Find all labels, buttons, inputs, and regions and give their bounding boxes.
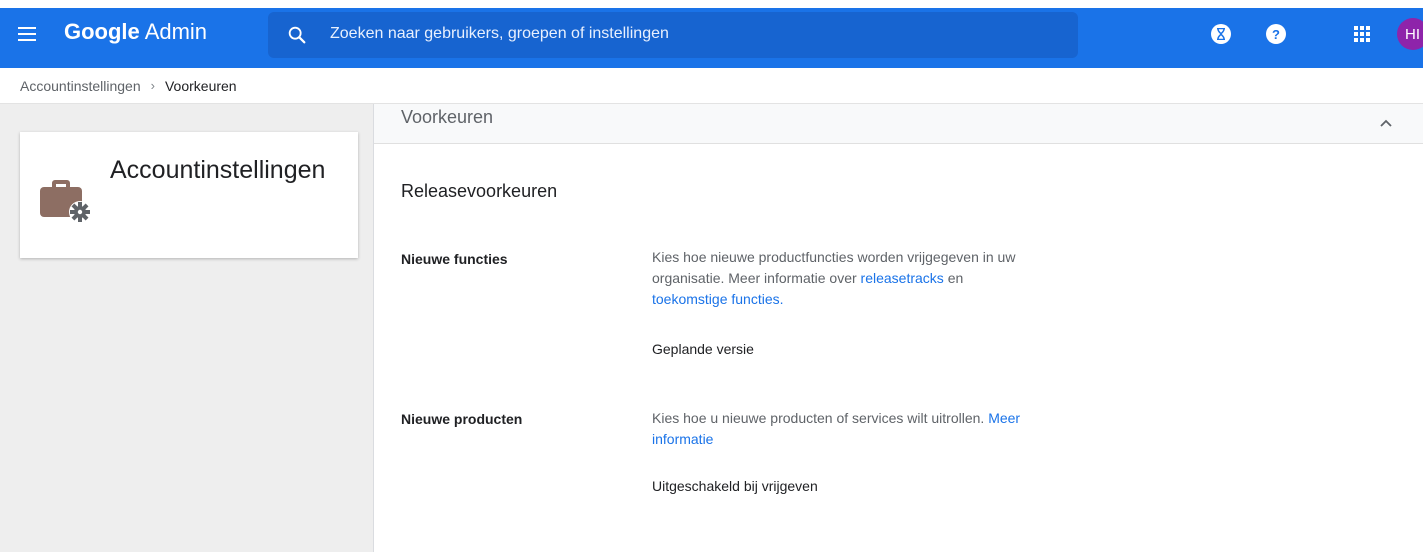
avatar[interactable]: HI: [1397, 18, 1423, 50]
menu-button[interactable]: [14, 20, 42, 48]
top-strip: [0, 0, 1423, 8]
section-title: Voorkeuren: [401, 107, 494, 127]
setting-label-new-features: Nieuwe functies: [401, 251, 508, 267]
breadcrumb: Accountinstellingen › Voorkeuren: [0, 68, 1423, 104]
subsection-title: Releasevoorkeuren: [401, 181, 558, 201]
help-icon: ?: [1266, 24, 1286, 44]
apps-button[interactable]: [1350, 22, 1374, 46]
menu-icon: [18, 27, 36, 41]
hourglass-icon: [1211, 24, 1231, 44]
setting-value-new-products[interactable]: Uitgeschakeld bij vrijgeven: [652, 478, 818, 494]
section-header[interactable]: Voorkeuren: [374, 104, 1423, 144]
help-button[interactable]: ?: [1264, 22, 1288, 46]
app-title: Accountinstellingen: [110, 156, 326, 184]
hourglass-button[interactable]: [1209, 22, 1233, 46]
setting-label-new-products: Nieuwe producten: [401, 411, 523, 427]
search-icon: [288, 26, 306, 44]
release-tracks-link[interactable]: releasetracks: [861, 270, 944, 286]
setting-value-new-features[interactable]: Geplande versie: [652, 341, 754, 357]
main-content: Voorkeuren Releasevoorkeuren Nieuwe func…: [373, 104, 1423, 552]
setting-description-new-products: Kies hoe u nieuwe producten of services …: [652, 410, 1021, 447]
breadcrumb-current: Voorkeuren: [164, 77, 237, 94]
chevron-up-icon[interactable]: [1374, 112, 1398, 136]
google-admin-logo[interactable]: Google Admin: [64, 19, 207, 45]
app-card: Accountinstellingen: [20, 132, 358, 258]
breadcrumb-parent-link[interactable]: Accountinstellingen: [20, 78, 141, 94]
briefcase-gear-icon: [40, 180, 91, 223]
setting-description-new-features: Kies hoe nieuwe productfuncties worden v…: [652, 249, 1016, 307]
top-app-bar: Google Admin Zoeken naar gebruikers, gro…: [0, 0, 1423, 68]
breadcrumb-separator: ›: [150, 78, 155, 93]
future-features-link[interactable]: toekomstige functies.: [652, 291, 784, 307]
left-panel: Accountinstellingen: [0, 104, 373, 552]
search-input[interactable]: Zoeken naar gebruikers, groepen of inste…: [330, 25, 669, 43]
search-bar[interactable]: Zoeken naar gebruikers, groepen of inste…: [268, 12, 1078, 58]
apps-grid-icon: [1354, 26, 1370, 42]
